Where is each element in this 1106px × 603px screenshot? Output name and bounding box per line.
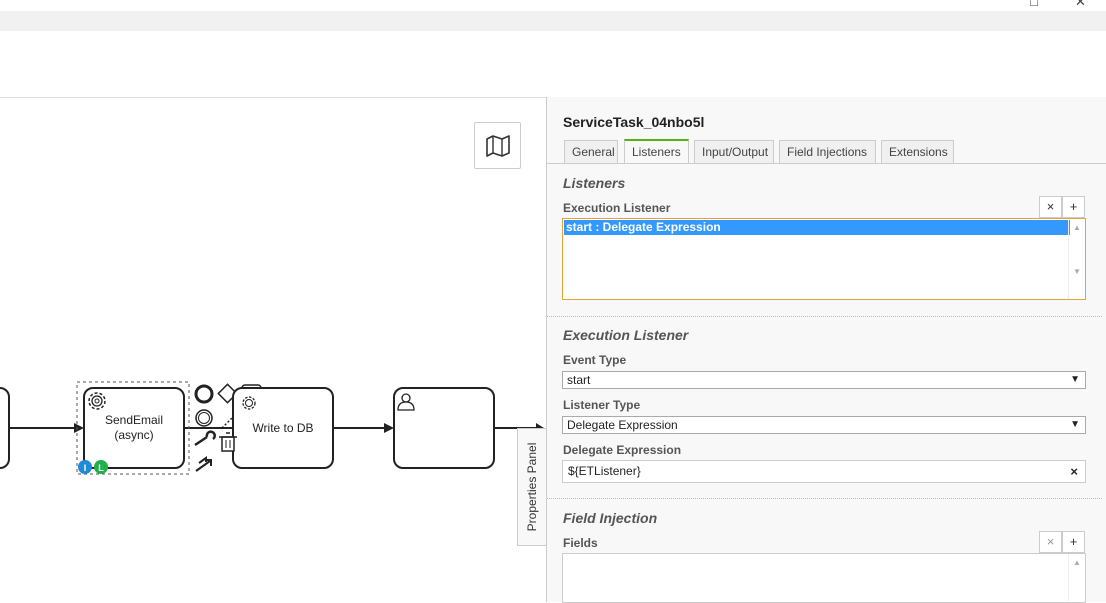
- group-separator: [547, 498, 1102, 499]
- send-email-task-label: SendEmail (async): [104, 413, 164, 442]
- listener-type-label: Listener Type: [563, 398, 641, 412]
- tab-field-injections[interactable]: Field Injections: [779, 140, 876, 164]
- field-injection-group-title: Field Injection: [563, 510, 658, 526]
- bpmn-diagram: I L: [0, 381, 544, 475]
- execution-listener-group-title: Execution Listener: [563, 327, 689, 343]
- tab-input-output[interactable]: Input/Output: [694, 140, 774, 164]
- svg-text:L: L: [98, 463, 104, 473]
- chevron-down-icon: ▼: [1070, 374, 1080, 385]
- wrench-icon[interactable]: [194, 430, 216, 447]
- fields-label: Fields: [563, 536, 598, 550]
- tab-extensions[interactable]: Extensions: [881, 140, 954, 164]
- event-type-select[interactable]: start ▼: [562, 371, 1086, 389]
- listeners-group-title: Listeners: [563, 175, 626, 191]
- delegate-expression-input[interactable]: ${ETListener} ×: [562, 460, 1086, 483]
- execution-listener-label: Execution Listener: [563, 201, 671, 215]
- properties-panel-toggle[interactable]: Properties Panel: [517, 428, 546, 546]
- execution-listener-list[interactable]: start : Delegate Expression ▲ ▼: [562, 218, 1086, 300]
- panel-title: ServiceTask_04nbo5l: [563, 114, 705, 130]
- add-listener-button[interactable]: +: [1062, 196, 1085, 218]
- append-end-event-icon[interactable]: [194, 384, 214, 404]
- scroll-up-icon[interactable]: ▲: [1069, 558, 1085, 567]
- fields-list-scrollbar[interactable]: ▲: [1068, 554, 1085, 602]
- tab-listeners[interactable]: Listeners: [624, 139, 689, 164]
- tab-general[interactable]: General: [564, 140, 618, 164]
- chevron-down-icon: ▼: [1070, 419, 1080, 430]
- event-type-label: Event Type: [563, 353, 627, 367]
- tabs-divider: [547, 163, 1106, 164]
- write-db-task-label: Write to DB: [252, 421, 314, 435]
- connect-arrow-icon[interactable]: [195, 456, 212, 472]
- properties-panel: [546, 97, 1106, 602]
- listener-list-item[interactable]: start : Delegate Expression: [564, 220, 1070, 235]
- fields-list[interactable]: ▲: [562, 553, 1086, 603]
- properties-panel-toggle-label: Properties Panel: [525, 442, 539, 532]
- delegate-expression-value: ${ETListener}: [568, 464, 641, 478]
- listener-type-value: Delegate Expression: [567, 418, 678, 432]
- add-field-button[interactable]: +: [1062, 531, 1085, 553]
- listener-type-select[interactable]: Delegate Expression ▼: [562, 416, 1086, 434]
- scroll-up-icon[interactable]: ▲: [1069, 223, 1085, 232]
- restore-icon[interactable]: □: [1030, 0, 1038, 9]
- listener-list-scrollbar[interactable]: ▲ ▼: [1068, 219, 1085, 299]
- remove-listener-button[interactable]: ×: [1039, 196, 1062, 218]
- scroll-down-icon[interactable]: ▼: [1069, 267, 1085, 276]
- clear-input-button[interactable]: ×: [1070, 461, 1078, 482]
- event-type-value: start: [567, 373, 591, 387]
- group-separator: [547, 316, 1102, 317]
- delegate-expression-label: Delegate Expression: [563, 443, 682, 457]
- close-icon[interactable]: ✕: [1075, 0, 1086, 10]
- partial-task-left[interactable]: [0, 387, 10, 469]
- remove-field-button[interactable]: ×: [1039, 531, 1062, 553]
- svg-text:I: I: [84, 463, 87, 473]
